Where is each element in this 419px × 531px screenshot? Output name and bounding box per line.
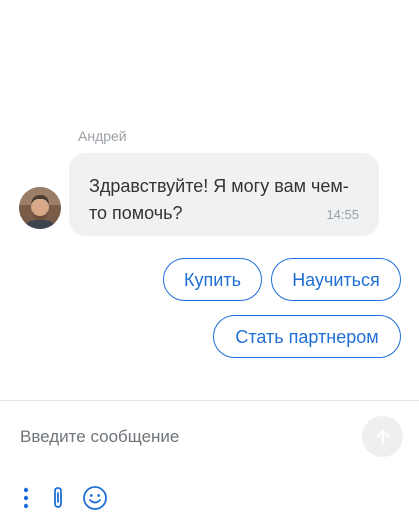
message-time: 14:55 bbox=[326, 207, 359, 222]
avatar bbox=[19, 187, 61, 229]
more-menu-button[interactable] bbox=[19, 484, 33, 512]
sender-name: Андрей bbox=[78, 128, 127, 144]
quick-reply-buy-button[interactable]: Купить bbox=[163, 258, 262, 301]
message-bubble: Здравствуйте! Я могу вам чем-то помочь? … bbox=[69, 153, 379, 236]
more-vertical-icon bbox=[23, 487, 29, 509]
emoji-button[interactable] bbox=[81, 484, 109, 512]
paperclip-icon bbox=[54, 487, 62, 508]
message-text: Здравствуйте! Я могу вам чем-то помочь? bbox=[89, 176, 349, 223]
composer-divider bbox=[0, 400, 419, 401]
chat-window: Андрей Здравствуйте! Я могу вам чем-то п… bbox=[0, 0, 419, 531]
quick-reply-partner-button[interactable]: Стать партнером bbox=[213, 315, 401, 358]
arrow-up-icon bbox=[375, 429, 390, 444]
quick-reply-learn-button[interactable]: Научиться bbox=[271, 258, 401, 301]
emoji-icon bbox=[83, 486, 107, 510]
attach-button[interactable] bbox=[46, 484, 70, 512]
send-button[interactable] bbox=[362, 416, 403, 457]
avatar-image bbox=[19, 187, 61, 229]
message-input[interactable] bbox=[20, 420, 350, 454]
